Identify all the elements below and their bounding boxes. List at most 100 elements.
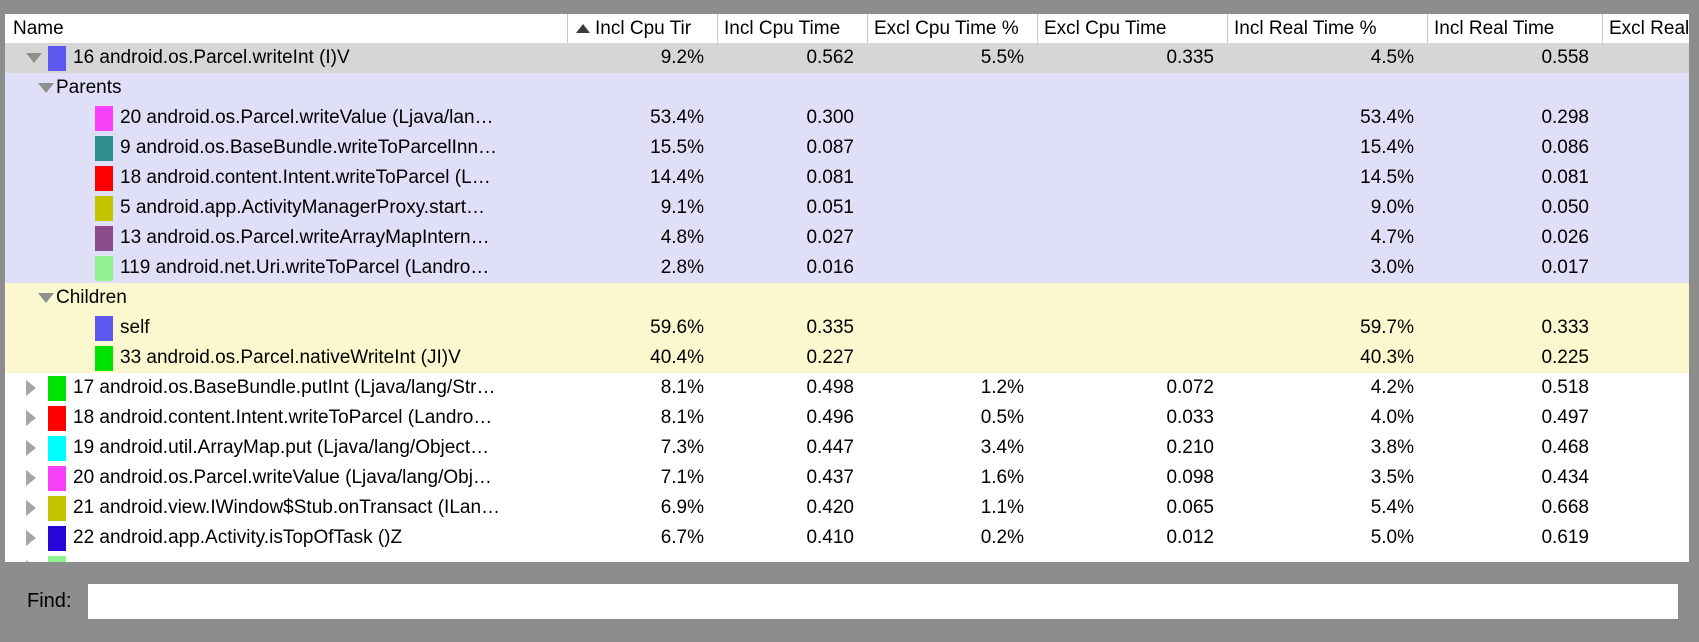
method-color-swatch [48,556,66,563]
cell-incl_real: 0.497 [1428,403,1603,433]
table-row[interactable]: 22 android.app.Activity.isTopOfTask ()Z6… [5,523,1689,553]
method-name: 9 android.os.BaseBundle.writeToParcelInn… [120,137,497,159]
column-header-excl_real_pct[interactable]: Excl Real [1603,14,1689,43]
method-color-swatch [95,316,113,341]
cell-incl_real_pct: 4.7% [1228,223,1428,253]
cell-incl_cpu_pct: 6.7% [568,523,718,553]
column-header-excl_cpu[interactable]: Excl Cpu Time [1038,14,1228,43]
expander-collapsed-icon[interactable] [26,500,36,516]
cell-excl_cpu [1038,223,1228,253]
cell-incl_cpu: 0.051 [718,193,868,223]
column-header-label: Name [13,18,64,40]
cell-excl_cpu_pct [868,253,1038,283]
method-name: 13 android.os.Parcel.writeArrayMapIntern… [120,227,490,249]
cell-excl_cpu [1038,103,1228,133]
method-name: 19 android.util.ArrayMap.put (Ljava/lang… [73,437,489,459]
table-row[interactable]: 16 android.os.Parcel.writeInt (I)V9.2%0.… [5,43,1689,73]
expander-collapsed-icon[interactable] [26,530,36,546]
column-header-incl_cpu[interactable]: Incl Cpu Time [718,14,868,43]
method-color-swatch [95,256,113,281]
cell-incl_cpu_pct: 7.1% [568,463,718,493]
cell-incl_real: 0.225 [1428,343,1603,373]
column-header-incl_real_pct[interactable]: Incl Real Time % [1228,14,1428,43]
column-header-incl_real[interactable]: Incl Real Time [1428,14,1603,43]
expander-collapsed-icon[interactable] [26,470,36,486]
cell-incl_cpu_pct [568,553,718,562]
name-cell: 22 android.app.Activity.isTopOfTask ()Z [5,523,568,553]
cell-excl_cpu [1038,343,1228,373]
find-input[interactable] [87,583,1679,620]
method-name: 5 android.app.ActivityManagerProxy.start… [120,197,485,219]
cell-incl_real_pct: 40.3% [1228,343,1428,373]
table-row[interactable]: 13 android.os.Parcel.writeArrayMapIntern… [5,223,1689,253]
expander-expanded-icon[interactable] [26,53,42,63]
name-cell: 17 android.os.BaseBundle.putInt (Ljava/l… [5,373,568,403]
cell-excl_cpu_pct [868,553,1038,562]
column-header-incl_cpu_pct[interactable]: Incl Cpu Tir [568,14,718,43]
table-row[interactable]: 18 android.content.Intent.writeToParcel … [5,163,1689,193]
table-row[interactable]: 33 android.os.Parcel.nativeWriteInt (JI)… [5,343,1689,373]
name-cell: 21 android.view.IWindow$Stub.onTransact … [5,493,568,523]
column-header-label: Excl Cpu Time [1044,18,1166,40]
cell-excl_cpu: 0.072 [1038,373,1228,403]
name-cell: 9 android.os.BaseBundle.writeToParcelInn… [5,133,568,163]
column-header-label: Excl Real [1609,18,1689,40]
cell-incl_real: 0.050 [1428,193,1603,223]
cell-incl_real_pct [1228,283,1428,313]
cell-excl_cpu_pct: 1.6% [868,463,1038,493]
expander-expanded-icon[interactable] [38,293,54,303]
table-row[interactable]: 20 android.os.Parcel.writeValue (Ljava/l… [5,463,1689,493]
expander-collapsed-icon[interactable] [26,410,36,426]
table-row[interactable]: 20 android.os.Parcel.writeValue (Ljava/l… [5,103,1689,133]
table-row[interactable]: 17 android.os.BaseBundle.putInt (Ljava/l… [5,373,1689,403]
table-row[interactable]: 18 android.content.Intent.writeToParcel … [5,403,1689,433]
cell-excl_cpu_pct: 1.1% [868,493,1038,523]
table-row[interactable]: 21 android.view.IWindow$Stub.onTransact … [5,493,1689,523]
table-row[interactable]: 19 android.util.ArrayMap.put (Ljava/lang… [5,433,1689,463]
section-row-children[interactable]: Children [5,283,1689,313]
cell-incl_real_pct: 53.4% [1228,103,1428,133]
table-row[interactable]: 5 android.app.ActivityManagerProxy.start… [5,193,1689,223]
cell-incl_cpu_pct: 9.2% [568,43,718,73]
method-color-swatch [48,406,66,431]
cell-excl_cpu [1038,313,1228,343]
cell-incl_cpu: 0.300 [718,103,868,133]
table-row[interactable]: self59.6%0.33559.7%0.333 [5,313,1689,343]
method-color-swatch [48,496,66,521]
method-color-swatch [95,196,113,221]
method-name: 21 android.view.IWindow$Stub.onTransact … [73,497,500,519]
cell-excl_cpu [1038,193,1228,223]
column-header-excl_cpu_pct[interactable]: Excl Cpu Time % [868,14,1038,43]
cell-incl_real: 0.468 [1428,433,1603,463]
cell-incl_cpu: 0.027 [718,223,868,253]
table-header-row: Name Incl Cpu Tir Incl Cpu Time Excl Cpu Ti… [5,14,1689,43]
cell-incl_cpu [718,553,868,562]
cell-incl_cpu: 0.496 [718,403,868,433]
expander-collapsed-icon[interactable] [26,560,36,562]
sort-ascending-icon [576,24,590,33]
profile-table: Name Incl Cpu Tir Incl Cpu Time Excl Cpu Ti… [5,14,1689,562]
profiler-window: { "table": { "columns": [ { "id": "name"… [0,0,1699,642]
table-row[interactable]: 119 android.net.Uri.writeToParcel (Landr… [5,253,1689,283]
table-row[interactable] [5,553,1689,562]
expander-expanded-icon[interactable] [38,83,54,93]
cell-excl_cpu_pct [868,73,1038,103]
cell-incl_real_pct: 5.0% [1228,523,1428,553]
cell-incl_real: 0.619 [1428,523,1603,553]
column-header-name[interactable]: Name [5,14,568,43]
cell-incl_cpu: 0.227 [718,343,868,373]
cell-incl_real_pct: 4.2% [1228,373,1428,403]
name-cell: self [5,313,568,343]
method-name: self [120,317,150,339]
cell-excl_cpu [1038,253,1228,283]
cell-incl_real_pct: 4.5% [1228,43,1428,73]
table-row[interactable]: 9 android.os.BaseBundle.writeToParcelInn… [5,133,1689,163]
cell-incl_real: 0.434 [1428,463,1603,493]
cell-incl_real_pct [1228,73,1428,103]
column-header-label: Incl Cpu Time [724,18,840,40]
expander-collapsed-icon[interactable] [26,380,36,396]
cell-excl_cpu: 0.098 [1038,463,1228,493]
expander-collapsed-icon[interactable] [26,440,36,456]
section-row-parents[interactable]: Parents [5,73,1689,103]
method-name: 17 android.os.BaseBundle.putInt (Ljava/l… [73,377,496,399]
